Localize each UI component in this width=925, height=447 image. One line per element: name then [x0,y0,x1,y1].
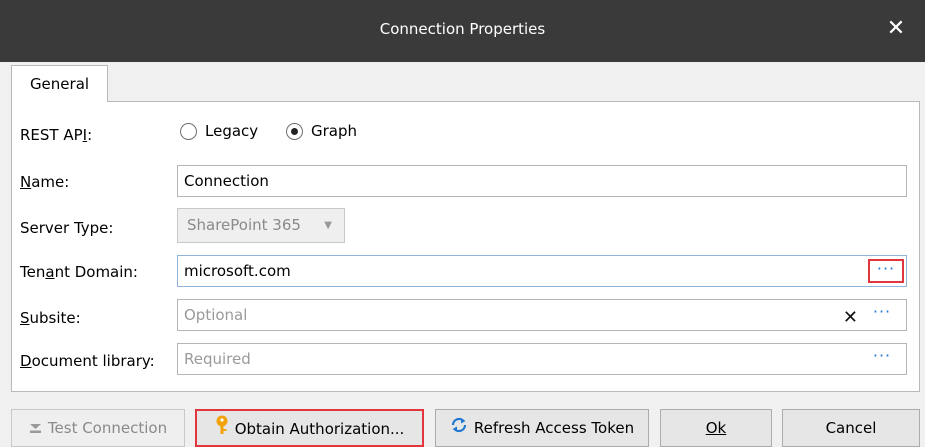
server-type-select: SharePoint 365 ▼ [177,208,345,243]
test-connection-icon [29,411,42,447]
radio-legacy-circle[interactable] [180,122,197,140]
obtain-authorization-label: Obtain Authorization... [234,420,405,438]
tenant-domain-field[interactable]: microsoft.com ··· [177,255,907,287]
radio-graph-label: Graph [311,122,358,140]
rest-api-label: REST API: [20,126,93,144]
tab-general[interactable]: General [11,65,108,102]
subsite-placeholder: Optional [184,306,248,324]
window-title: Connection Properties [379,20,546,38]
test-connection-button[interactable]: Test Connection [11,409,185,447]
clear-icon[interactable]: ✕ [843,303,858,333]
radio-graph[interactable]: Graph [286,122,357,140]
close-icon[interactable]: ✕ [881,14,911,44]
ok-label: Ok [705,419,727,437]
server-type-value: SharePoint 365 [187,216,301,234]
key-icon [215,412,229,447]
tenant-domain-browse-icon[interactable]: ··· [868,259,904,283]
radio-legacy-label: Legacy [205,122,259,140]
test-connection-label: Test Connection [47,419,168,437]
obtain-authorization-button[interactable]: Obtain Authorization... [195,409,424,447]
radio-legacy[interactable]: Legacy [180,122,258,140]
cancel-button[interactable]: Cancel [782,409,920,447]
document-library-placeholder: Required [184,350,251,368]
document-library-label: Document library: [20,352,155,370]
radio-graph-circle[interactable] [286,122,303,140]
subsite-field[interactable]: Optional ✕ ··· [177,299,907,331]
refresh-icon [450,411,468,447]
name-field[interactable]: Connection [177,165,907,197]
title-bar: Connection Properties ✕ [0,0,925,62]
tenant-domain-label: Tenant Domain: [20,263,138,281]
name-field-value: Connection [184,172,269,190]
tenant-domain-value: microsoft.com [184,262,291,280]
cancel-label: Cancel [825,419,877,437]
refresh-access-token-label: Refresh Access Token [473,419,635,437]
refresh-access-token-button[interactable]: Refresh Access Token [435,409,649,447]
ok-button[interactable]: Ok [660,409,772,447]
subsite-browse-icon[interactable]: ··· [864,304,900,325]
chevron-down-icon: ▼ [324,220,332,231]
document-library-browse-icon[interactable]: ··· [864,348,900,369]
subsite-label: Subsite: [20,309,81,327]
name-label: Name: [20,173,70,191]
document-library-field[interactable]: Required ··· [177,343,907,375]
server-type-label: Server Type: [20,219,114,237]
